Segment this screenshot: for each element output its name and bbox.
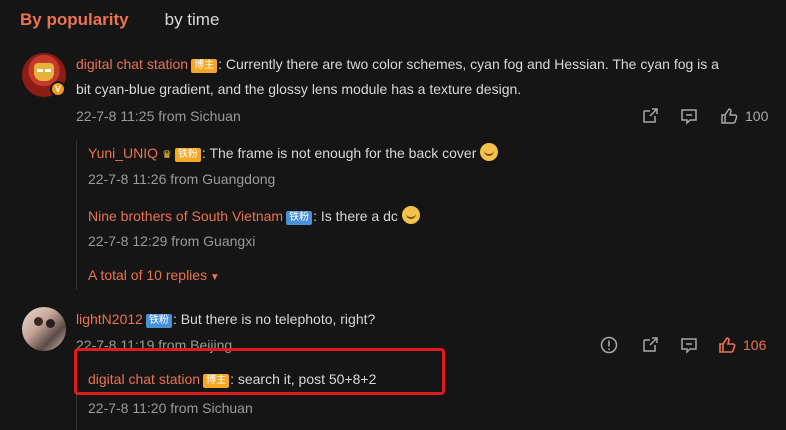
- comment-body: : Currently there are two color schemes,…: [218, 56, 719, 72]
- comment-username[interactable]: digital chat station: [76, 56, 188, 72]
- highlight-annotation-box: [74, 348, 445, 395]
- comment-icon: [681, 109, 697, 125]
- reply-username[interactable]: Nine brothers of South Vietnam: [88, 208, 283, 224]
- reply-meta: 22-7-8 11:20 from Sichuan: [88, 400, 253, 416]
- comment-meta: 22-7-8 11:25 from Sichuan: [76, 108, 241, 124]
- comment-button[interactable]: [679, 335, 699, 355]
- reply-text: Nine brothers of South Vietnam 铁粉: Is the…: [88, 206, 420, 225]
- share-button[interactable]: [640, 106, 660, 126]
- reply-meta: 22-7-8 11:26 from Guangdong: [88, 171, 276, 187]
- fan-badge: 铁粉: [286, 211, 313, 225]
- comment-text: digital chat station 博主: Currently there …: [76, 56, 719, 73]
- blogger-badge: 博主: [191, 59, 218, 73]
- share-icon: [643, 337, 658, 352]
- comment-text-line2: bit cyan-blue gradient, and the glossy l…: [76, 81, 522, 97]
- sort-tabs: By popularity by time: [20, 10, 219, 30]
- like-count: 100: [745, 108, 769, 124]
- fan-badge: 铁粉: [174, 148, 201, 162]
- thumbs-up-icon: [721, 108, 738, 124]
- thumbs-up-icon: [719, 337, 736, 353]
- like-button[interactable]: 100: [719, 106, 768, 126]
- reply-divider: [76, 140, 77, 290]
- share-icon: [643, 108, 658, 123]
- comment-icon: [681, 338, 697, 354]
- share-button[interactable]: [640, 335, 660, 355]
- tab-by-popularity[interactable]: By popularity: [20, 10, 129, 30]
- tab-by-time[interactable]: by time: [165, 10, 220, 30]
- like-count: 106: [743, 337, 767, 353]
- report-icon: [600, 336, 618, 354]
- comment-username[interactable]: lightN2012: [76, 311, 143, 327]
- avatar[interactable]: [22, 307, 66, 351]
- reply-body: : The frame is not enough for the back c…: [201, 145, 477, 161]
- more-replies-link[interactable]: A total of 10 replies ▼: [88, 267, 220, 283]
- reply-username[interactable]: Yuni_UNIQ: [88, 145, 158, 161]
- reply-meta: 22-7-8 12:29 from Guangxi: [88, 233, 256, 249]
- reply-body: : Is there a dc: [313, 208, 398, 224]
- fan-badge: 铁粉: [145, 314, 172, 328]
- reply-text: Yuni_UNIQ ♛ 铁粉: The frame is not enough fo…: [88, 143, 499, 162]
- emoji-icon: [480, 143, 499, 161]
- report-button[interactable]: [599, 335, 619, 355]
- emoji-icon: [401, 206, 420, 224]
- like-button[interactable]: 106: [717, 335, 766, 355]
- caret-down-icon: ▼: [207, 272, 220, 283]
- comment-button[interactable]: [679, 106, 699, 126]
- comment-body: : But there is no telephoto, right?: [172, 311, 376, 327]
- crown-icon: ♛: [162, 149, 172, 161]
- verified-badge-icon: V: [50, 81, 66, 97]
- comment-text: lightN2012 铁粉: But there is no telephoto,…: [76, 311, 375, 328]
- more-replies-label: A total of 10 replies: [88, 267, 208, 283]
